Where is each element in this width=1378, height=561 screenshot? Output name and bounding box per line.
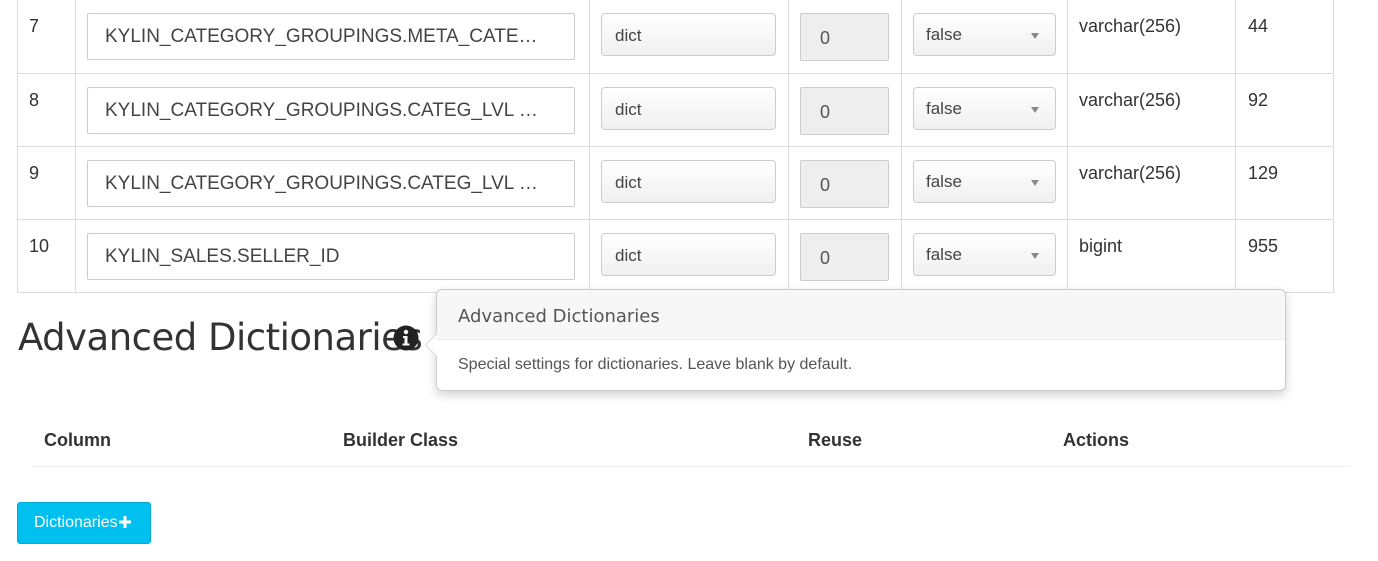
length-input: 0 [800,233,889,281]
column-name-field[interactable]: KYLIN_CATEGORY_GROUPINGS.CATEG_LVL … [87,160,575,207]
cardinality: 44 [1248,16,1269,36]
add-dictionary-label: Dictionaries [34,514,118,531]
encoding-select[interactable]: dict [601,87,776,130]
encoding-select[interactable]: dict [601,233,776,276]
header-column: Column [44,430,111,450]
column-name-field[interactable]: KYLIN_CATEGORY_GROUPINGS.CATEG_LVL … [87,87,575,134]
data-type: varchar(256) [1079,163,1182,183]
row-index: 8 [29,90,40,110]
column-name-field[interactable]: KYLIN_SALES.SELLER_ID [87,233,575,280]
encoding-select[interactable]: dict [601,13,776,56]
plus-icon [118,516,131,528]
cardinality: 92 [1248,90,1269,110]
dictionaries-table-header: Column Builder Class Reuse Actions [33,418,1349,467]
shard-by-select[interactable]: false [913,233,1056,276]
table-row: 9 KYLIN_CATEGORY_GROUPINGS.CATEG_LVL … d… [17,146,1334,220]
data-type: varchar(256) [1079,90,1182,110]
shard-by-value: false [926,25,962,44]
encoding-select[interactable]: dict [601,160,776,203]
column-name-field[interactable]: KYLIN_CATEGORY_GROUPINGS.META_CATE… [87,13,575,60]
shard-by-select[interactable]: false [913,13,1056,56]
table-row: 8 KYLIN_CATEGORY_GROUPINGS.CATEG_LVL … d… [17,73,1334,147]
shard-by-value: false [926,172,962,191]
add-dictionary-button[interactable]: Dictionaries [17,502,151,544]
header-builder-class: Builder Class [343,430,459,450]
popover-title: Advanced Dictionaries [437,290,1285,340]
header-actions: Actions [1063,430,1130,450]
info-popover: Advanced Dictionaries Special settings f… [425,289,1286,391]
length-input: 0 [800,87,889,135]
data-type: varchar(256) [1079,16,1182,36]
length-input: 0 [800,160,889,208]
data-type: bigint [1079,236,1123,256]
caret-down-icon [1031,253,1039,259]
shard-by-select[interactable]: false [913,87,1056,130]
header-reuse: Reuse [808,430,863,450]
row-index: 7 [29,16,40,36]
cardinality: 955 [1248,236,1279,256]
shard-by-select[interactable]: false [913,160,1056,203]
length-input: 0 [800,13,889,61]
shard-by-value: false [926,245,962,264]
caret-down-icon [1031,107,1039,113]
popover-content: Special settings for dictionaries. Leave… [458,356,853,373]
rowkey-table: 7 KYLIN_CATEGORY_GROUPINGS.META_CATE… di… [17,0,1334,293]
cardinality: 129 [1248,163,1279,183]
caret-down-icon [1031,33,1039,39]
table-row: 7 KYLIN_CATEGORY_GROUPINGS.META_CATE… di… [17,0,1334,74]
row-index: 9 [29,163,40,183]
shard-by-value: false [926,99,962,118]
row-index: 10 [29,236,50,256]
caret-down-icon [1031,180,1039,186]
info-circle-icon[interactable] [393,325,419,351]
table-row: 10 KYLIN_SALES.SELLER_ID dict 0 false bi… [17,219,1334,293]
section-title: Advanced Dictionaries [18,316,423,359]
